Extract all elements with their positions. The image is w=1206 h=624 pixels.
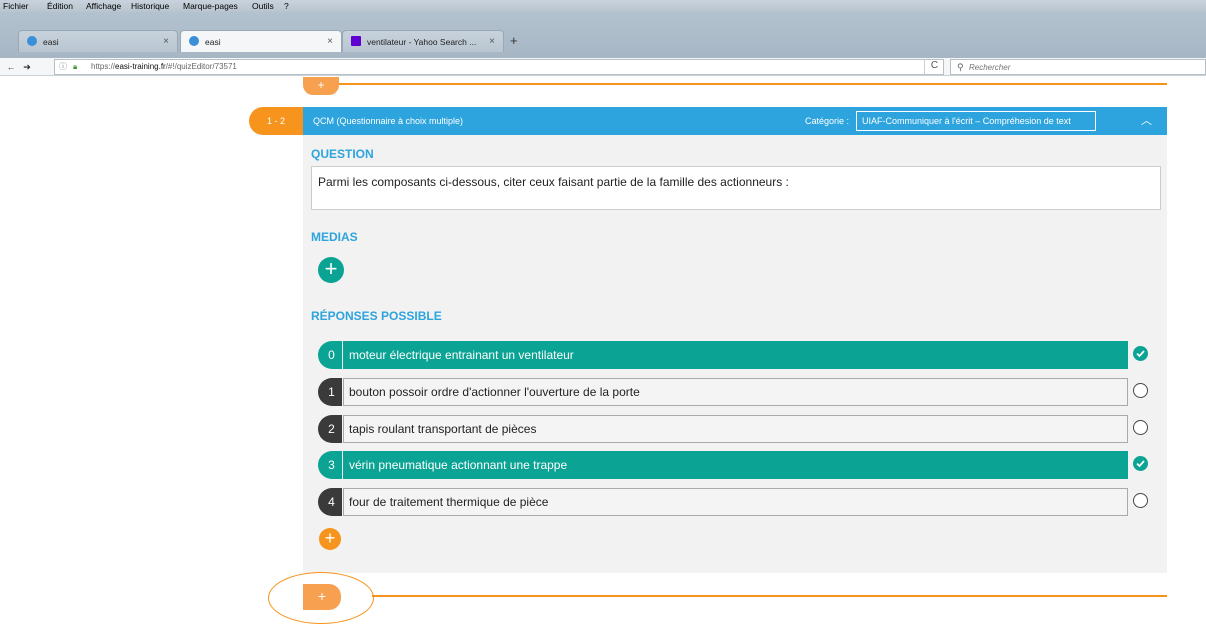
question-section-title: QUESTION (311, 147, 374, 161)
add-question-above-button[interactable]: + (303, 77, 339, 95)
menu-edition[interactable]: Édition (47, 0, 73, 12)
correct-check-icon[interactable] (1133, 456, 1148, 471)
answer-text[interactable]: bouton possoir ordre d'actionner l'ouver… (343, 378, 1128, 406)
close-tab-icon[interactable]: × (489, 31, 495, 53)
answers-section-title: RÉPONSES POSSIBLE (311, 309, 442, 323)
url-bar[interactable]: ⓘ 🔒︎ https://easi-training.fr/#!/quizEdi… (54, 59, 944, 75)
menu-historique[interactable]: Historique (131, 0, 169, 12)
search-box[interactable]: ⚲ (950, 59, 1206, 75)
easi-favicon-icon (189, 36, 199, 46)
info-icon[interactable]: ⓘ (59, 60, 67, 74)
browser-tab-1[interactable]: easi × (18, 30, 178, 52)
answer-row[interactable]: 2 tapis roulant transportant de pièces (318, 415, 1128, 443)
medias-section-title: MEDIAS (311, 230, 358, 244)
browser-tab-2[interactable]: easi × (180, 30, 342, 52)
divider-line (303, 83, 1167, 85)
answer-text[interactable]: moteur électrique entrainant un ventilat… (343, 341, 1128, 369)
answer-text[interactable]: vérin pneumatique actionnant une trappe (343, 451, 1128, 479)
answer-text[interactable]: tapis roulant transportant de pièces (343, 415, 1128, 443)
menu-outils[interactable]: Outils (252, 0, 274, 12)
menu-help[interactable]: ? (284, 0, 289, 12)
answer-row[interactable]: 3 vérin pneumatique actionnant une trapp… (318, 451, 1128, 479)
question-type-label: QCM (Questionnaire à choix multiple) (313, 116, 464, 126)
answer-row[interactable]: 4 four de traitement thermique de pièce (318, 488, 1128, 516)
category-select[interactable]: UIAF-Communiquer à l'écrit – Compréhesio… (856, 111, 1096, 131)
tab-title: ventilateur - Yahoo Search ... (367, 37, 477, 47)
browser-tab-3[interactable]: ventilateur - Yahoo Search ... × (342, 30, 504, 52)
answer-index: 2 (318, 415, 342, 443)
new-tab-button[interactable]: + (510, 30, 518, 52)
highlight-ellipse (268, 572, 374, 624)
unchecked-radio-icon[interactable] (1133, 420, 1148, 435)
easi-favicon-icon (27, 36, 37, 46)
answer-text[interactable]: four de traitement thermique de pièce (343, 488, 1128, 516)
add-media-button[interactable]: + (318, 257, 344, 283)
question-text-field[interactable]: Parmi les composants ci-dessous, citer c… (311, 166, 1161, 210)
forward-arrow-icon[interactable]: ➔ (20, 60, 34, 74)
category-label: Catégorie : (805, 116, 850, 126)
back-arrow-icon[interactable]: ← (4, 60, 18, 74)
yahoo-favicon-icon (351, 36, 361, 46)
reload-icon[interactable]: C (924, 59, 944, 75)
answer-row[interactable]: 1 bouton possoir ordre d'actionner l'ouv… (318, 378, 1128, 406)
close-tab-icon[interactable]: × (163, 31, 169, 53)
question-number-badge: 1 - 2 (249, 107, 303, 135)
search-input[interactable] (969, 61, 1189, 73)
lock-icon: 🔒︎ (73, 62, 78, 71)
correct-check-icon[interactable] (1133, 346, 1148, 361)
tab-title: easi (205, 37, 221, 47)
question-header: QCM (Questionnaire à choix multiple) Cat… (303, 107, 1167, 135)
search-icon: ⚲ (957, 62, 964, 72)
unchecked-radio-icon[interactable] (1133, 383, 1148, 398)
answer-index: 4 (318, 488, 342, 516)
collapse-chevron-icon[interactable]: ︿ (1141, 107, 1152, 135)
browser-menubar: Fichier Édition Affichage Historique Mar… (0, 0, 1206, 12)
answer-index: 1 (318, 378, 342, 406)
tab-title: easi (43, 37, 59, 47)
menu-affichage[interactable]: Affichage (86, 0, 121, 12)
close-tab-icon[interactable]: × (327, 31, 333, 53)
unchecked-radio-icon[interactable] (1133, 493, 1148, 508)
add-answer-button[interactable]: + (319, 528, 341, 550)
divider-line (372, 595, 1167, 597)
answer-row[interactable]: 0 moteur électrique entrainant un ventil… (318, 341, 1128, 369)
browser-navbar: ← ➔ ⓘ 🔒︎ https://easi-training.fr/#!/qui… (0, 58, 1206, 76)
answer-index: 0 (318, 341, 342, 369)
browser-tabstrip: easi × easi × ventilateur - Yahoo Search… (0, 12, 1206, 58)
menu-fichier[interactable]: Fichier (3, 0, 29, 12)
url-text: https://easi-training.fr/#!/quizEditor/7… (91, 62, 237, 71)
answer-index: 3 (318, 451, 342, 479)
menu-marque-pages[interactable]: Marque-pages (183, 0, 238, 12)
